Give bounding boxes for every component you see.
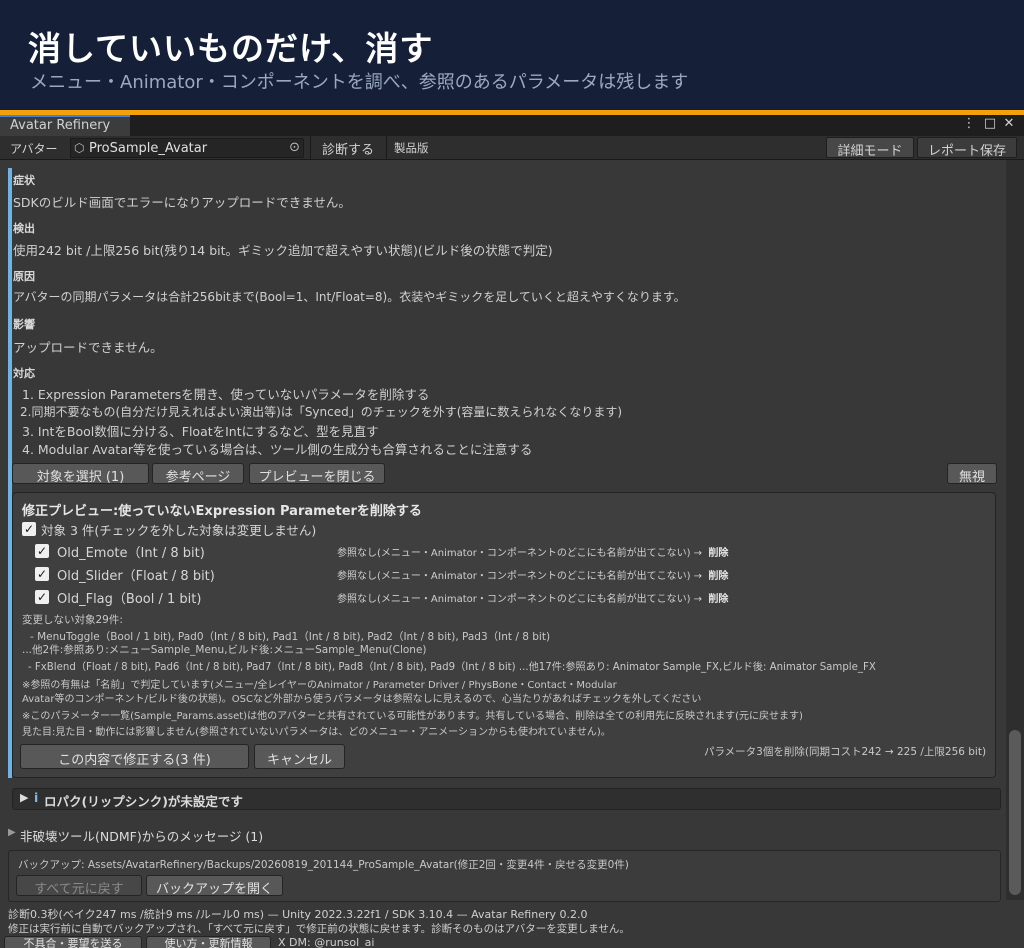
diagnose-button[interactable]: 診断する xyxy=(312,137,384,158)
footer-notice: 修正は実行前に自動でバックアップされ、「すべて元に戻す」で修正前の状態に戻せます… xyxy=(8,923,630,935)
item-note: 参照なし(メニュー・Animator・コンポーネントのどこにも名前が出てこない)… xyxy=(337,548,729,559)
contact-text: X DM: @runsol_ai xyxy=(278,936,375,948)
item-name: Old_Slider（Float / 8 bit) xyxy=(57,569,215,584)
select-all-checkbox[interactable]: ✓ xyxy=(22,522,36,536)
detail-mode-button[interactable]: 詳細モード xyxy=(826,137,914,159)
object-picker-icon[interactable]: ⊙ xyxy=(289,140,300,155)
banner-subtitle: メニュー・Animator・コンポーネントを調べ、参照のあるパラメータは残します xyxy=(30,72,689,93)
note-line: Avatar等のコンポーネント/ビルド後の状態)。OSCなど外部から使うパラメー… xyxy=(22,694,702,705)
info-icon: i xyxy=(34,790,39,805)
fix-label: 対応 xyxy=(13,367,35,380)
fix-step: 1. Expression Parametersを開き、使っていないパラメータを… xyxy=(22,387,430,402)
impact-text: アップロードできません。 xyxy=(13,340,163,355)
foldout-arrow-icon[interactable]: ▶ xyxy=(20,791,28,804)
toolbar: アバター ⬡ ProSample_Avatar ⊙ 診断する 製品版 詳細モード… xyxy=(0,136,1024,160)
fix-step: 3. IntをBool数個に分ける、FloatをIntにするなど、型を見直す xyxy=(22,424,379,439)
close-preview-button[interactable]: プレビューを閉じる xyxy=(249,463,385,485)
item-action: 削除 xyxy=(708,594,729,605)
preview-title: 修正プレビュー:使っていないExpression Parameterを削除する xyxy=(22,504,422,519)
reference-page-button[interactable]: 参考ページ xyxy=(152,463,244,485)
item-checkbox[interactable]: ✓ xyxy=(35,544,49,558)
impact-label: 影響 xyxy=(13,318,35,331)
fix-step: 2.同期不要なもの(自分だけ見えればよい演出等)は「Synced」のチェックを外… xyxy=(20,405,623,419)
toolbar-divider xyxy=(310,136,311,160)
item-note: 参照なし(メニュー・Animator・コンポーネントのどこにも名前が出てこない)… xyxy=(337,571,729,582)
item-checkbox[interactable]: ✓ xyxy=(35,567,49,581)
cube-icon: ⬡ xyxy=(74,141,85,155)
item-checkbox[interactable]: ✓ xyxy=(35,590,49,604)
bug-report-button[interactable]: 不具合・要望を送る xyxy=(4,936,142,948)
item-name: Old_Emote（Int / 8 bit) xyxy=(57,546,205,561)
cause-label: 原因 xyxy=(13,270,35,283)
symptom-label: 症状 xyxy=(13,174,35,187)
edition-label: 製品版 xyxy=(394,141,429,155)
apply-fix-button[interactable]: この内容で修正する(3 件) xyxy=(20,744,249,769)
note-line: ※参照の有無は「名前」で判定しています(メニュー/全レイヤーのAnimator … xyxy=(22,680,617,691)
note-line: ※このパラメーター一覧(Sample_Params.asset)は他のアバターと… xyxy=(22,711,803,722)
item-action: 削除 xyxy=(708,548,729,559)
foldout-arrow-icon[interactable]: ▶ xyxy=(8,827,16,838)
symptom-text: SDKのビルド画面でエラーになりアップロードできません。 xyxy=(13,195,351,210)
open-backup-button[interactable]: バックアップを開く xyxy=(146,875,283,897)
banner-title: 消していいものだけ、消す xyxy=(28,29,434,68)
howto-button[interactable]: 使い方・更新情報 xyxy=(146,936,271,948)
ignore-button[interactable]: 無視 xyxy=(947,463,997,485)
report-save-button[interactable]: レポート保存 xyxy=(917,137,1017,159)
restore-all-button[interactable]: すべて元に戻す xyxy=(16,875,142,897)
item-name: Old_Flag（Bool / 1 bit) xyxy=(57,592,202,607)
avatar-object-field[interactable]: ⬡ ProSample_Avatar ⊙ xyxy=(70,138,304,158)
close-icon[interactable]: ✕ xyxy=(1001,116,1017,131)
select-target-button[interactable]: 対象を選択 (1) xyxy=(12,463,149,485)
avatar-field-value: ProSample_Avatar xyxy=(89,141,208,156)
avatar-label: アバター xyxy=(10,142,58,156)
window-tab-bar: Avatar Refinery ⋮ □ ✕ xyxy=(0,115,1024,136)
unchanged-line: - FxBlend（Float / 8 bit), Pad6（Int / 8 b… xyxy=(28,662,876,673)
maximize-icon[interactable]: □ xyxy=(982,116,998,131)
note-line: 見た目:見た目・動作には影響しません(参照されていないパラメータは、どのメニュー… xyxy=(22,727,611,738)
cause-text: アバターの同期パラメータは合計256bitまで(Bool=1、Int/Float… xyxy=(13,290,686,304)
ndmf-foldout[interactable]: 非破壊ツール(NDMF)からのメッセージ (1) xyxy=(20,826,263,845)
detect-text: 使用242 bit /上限256 bit(残り14 bit。ギミック追加で超えや… xyxy=(13,243,553,258)
lipsync-warning-text: ロパク(リップシンク)が未設定です xyxy=(44,794,243,809)
item-action: 削除 xyxy=(708,571,729,582)
detect-label: 検出 xyxy=(13,222,35,235)
target-summary: 対象 3 件(チェックを外した対象は変更しません) xyxy=(41,523,317,538)
footer-stats: 診断0.3秒(ベイク247 ms /統計9 ms /ルール0 ms) — Uni… xyxy=(8,908,588,921)
fix-step: 4. Modular Avatar等を使っている場合は、ツール側の生成分も合算さ… xyxy=(22,442,533,457)
backup-path: バックアップ: Assets/AvatarRefinery/Backups/20… xyxy=(18,859,629,871)
item-note: 参照なし(メニュー・Animator・コンポーネントのどこにも名前が出てこない)… xyxy=(337,594,729,605)
unchanged-header: 変更しない対象29件: xyxy=(22,614,123,626)
cancel-button[interactable]: キャンセル xyxy=(254,744,345,769)
toolbar-divider xyxy=(386,136,387,160)
header-banner: 消していいものだけ、消す メニュー・Animator・コンポーネントを調べ、参照… xyxy=(0,0,1024,110)
kebab-menu-icon[interactable]: ⋮ xyxy=(961,116,977,131)
result-summary: パラメータ3個を削除(同期コスト242 → 225 /上限256 bit) xyxy=(704,746,987,758)
tab-avatar-refinery[interactable]: Avatar Refinery xyxy=(0,115,130,136)
scrollbar-thumb[interactable] xyxy=(1009,730,1021,895)
unchanged-line: ...他2件:参照あり:メニューSample_Menu,ビルド後:メニューSam… xyxy=(22,644,427,656)
